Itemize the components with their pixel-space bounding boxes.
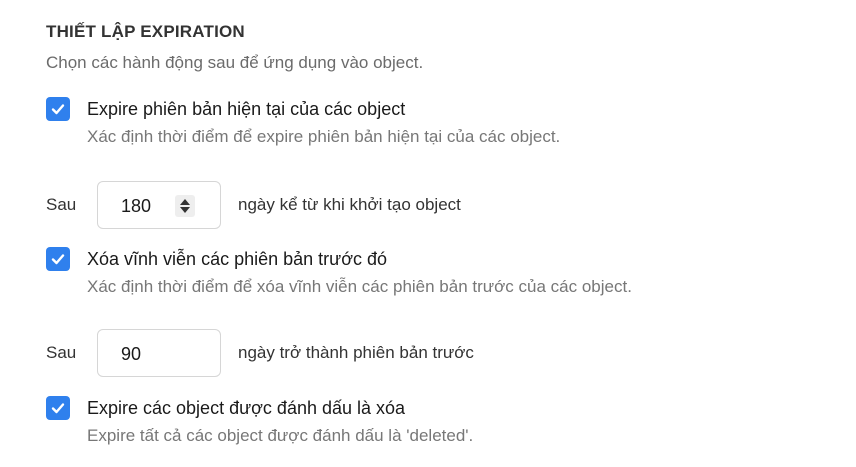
option-label[interactable]: Expire phiên bản hiện tại của các object bbox=[87, 97, 405, 121]
row-prefix: Sau bbox=[46, 343, 77, 362]
checkbox-expire-current[interactable] bbox=[46, 97, 70, 121]
row-suffix: ngày kể từ khi khởi tạo object bbox=[238, 195, 461, 214]
checkmark-icon bbox=[51, 254, 65, 265]
section-title: THIẾT LẬP EXPIRATION bbox=[46, 22, 245, 41]
option-label[interactable]: Expire các object được đánh dấu là xóa bbox=[87, 396, 405, 420]
input-value: 180 bbox=[121, 196, 152, 216]
option-description: Xác định thời điểm để expire phiên bản h… bbox=[87, 127, 561, 146]
option-description: Expire tất cả các object được đánh dấu l… bbox=[87, 426, 474, 445]
checkbox-expire-delete-markers[interactable] bbox=[46, 396, 70, 420]
days-after-noncurrent-input[interactable]: 90 bbox=[97, 329, 221, 377]
days-after-creation-input[interactable]: 180 bbox=[97, 181, 221, 229]
decrement-arrow[interactable] bbox=[180, 207, 190, 213]
updown-arrows-icon[interactable] bbox=[175, 195, 195, 217]
option-description: Xác định thời điểm để xóa vĩnh viễn các … bbox=[87, 277, 632, 296]
increment-arrow[interactable] bbox=[180, 199, 190, 205]
checkmark-icon bbox=[51, 403, 65, 414]
checkmark-icon bbox=[51, 104, 65, 115]
row-suffix: ngày trở thành phiên bản trước bbox=[238, 343, 474, 362]
section-subtitle: Chọn các hành động sau để ứng dụng vào o… bbox=[46, 53, 424, 72]
input-value: 90 bbox=[121, 344, 142, 364]
checkbox-delete-previous-versions[interactable] bbox=[46, 247, 70, 271]
row-prefix: Sau bbox=[46, 195, 77, 214]
option-label[interactable]: Xóa vĩnh viễn các phiên bản trước đó bbox=[87, 247, 387, 271]
